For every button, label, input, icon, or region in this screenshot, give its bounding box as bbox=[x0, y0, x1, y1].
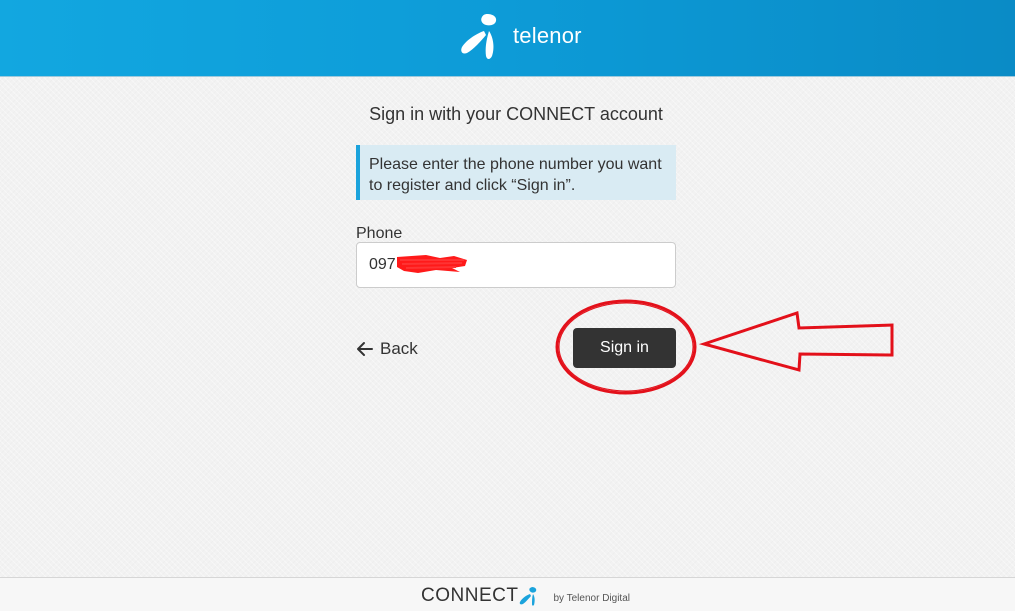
telenor-propeller-icon bbox=[461, 14, 497, 59]
redaction-scribble bbox=[397, 255, 467, 273]
footer: CONNECT by Telenor Digital bbox=[0, 577, 1015, 611]
sign-in-button[interactable]: Sign in bbox=[573, 328, 676, 368]
connect-wordmark: CONNECT bbox=[421, 585, 519, 606]
arrow-left-icon bbox=[357, 342, 373, 356]
top-header: telenor bbox=[0, 0, 1015, 77]
info-message: Please enter the phone number you want t… bbox=[356, 145, 676, 200]
telenor-logo: telenor bbox=[459, 11, 582, 61]
page-title: Sign in with your CONNECT account bbox=[369, 104, 663, 124]
byline: by Telenor Digital bbox=[553, 592, 630, 604]
phone-label: Phone bbox=[356, 225, 403, 242]
footer-brand: CONNECT by Telenor Digital bbox=[421, 585, 630, 607]
red-annotation-overlay bbox=[555, 299, 894, 395]
back-link[interactable]: Back bbox=[356, 337, 418, 361]
annotation-arrow bbox=[698, 311, 894, 372]
brand-name: telenor bbox=[513, 23, 582, 48]
connect-mark-icon bbox=[520, 587, 537, 606]
back-label: Back bbox=[380, 339, 418, 358]
